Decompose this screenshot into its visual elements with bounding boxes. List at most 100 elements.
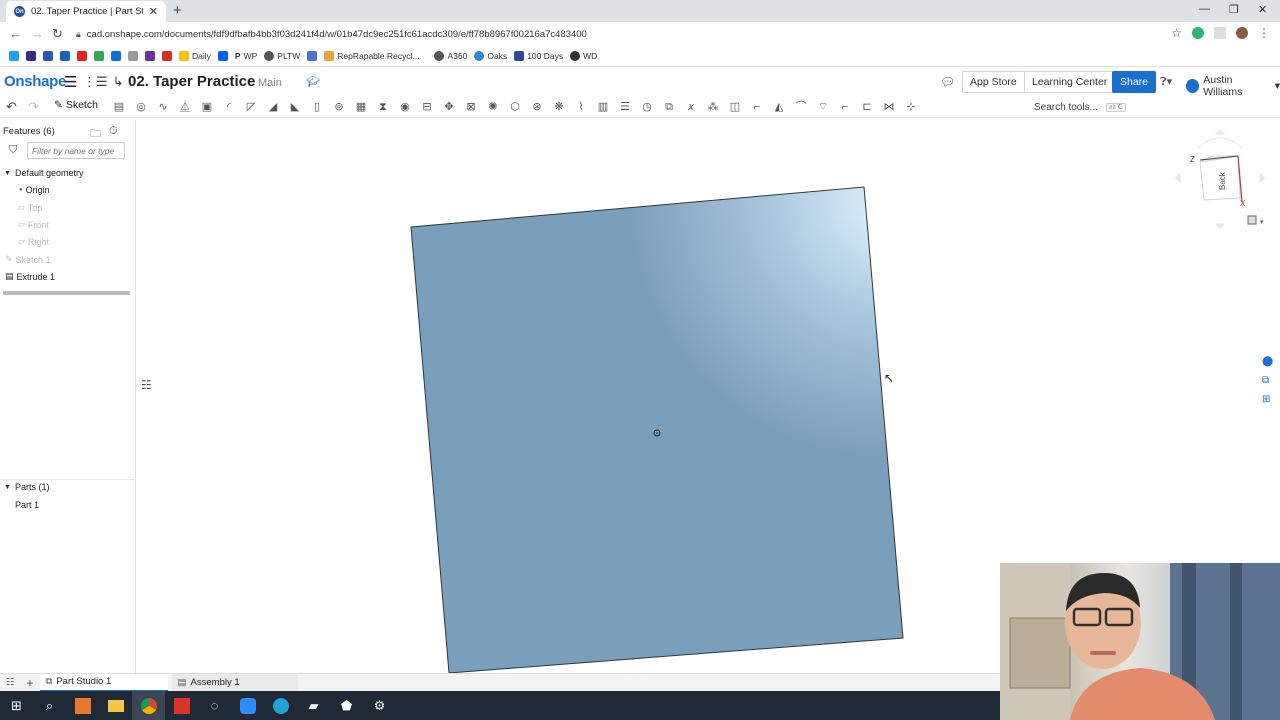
tree-sketch-1[interactable]: ✎ Sketch 1 bbox=[5, 254, 51, 265]
undo-icon[interactable]: ↶ bbox=[6, 99, 17, 115]
thicken-icon[interactable]: ▣ bbox=[200, 100, 214, 114]
add-element-icon[interactable]: + bbox=[21, 674, 40, 692]
graduation-cap-icon[interactable]: 🎓︎ bbox=[306, 75, 320, 88]
tab-assembly-1[interactable]: ▤ Assembly 1 bbox=[171, 673, 298, 692]
form-icon[interactable]: ⌔ bbox=[816, 100, 830, 114]
filter-icon[interactable]: ⛉ bbox=[9, 144, 17, 157]
feature-list-icon[interactable]: ⋮☰ bbox=[83, 74, 108, 90]
windows-start-icon[interactable]: ⊞ bbox=[0, 691, 33, 720]
tree-plane-front[interactable]: ▱ Front bbox=[18, 219, 49, 230]
tree-default-geometry[interactable]: ▼ Default geometry bbox=[4, 168, 84, 178]
user-menu[interactable]: Austin Williams ▾ bbox=[1186, 74, 1280, 98]
revolve-icon[interactable]: ◎ bbox=[134, 100, 148, 114]
app-store-button[interactable]: App Store bbox=[962, 71, 1025, 93]
insert-icon[interactable]: ↳ bbox=[113, 74, 124, 90]
bookmark-100-days[interactable]: 100 Days bbox=[514, 51, 563, 61]
mass-properties-icon[interactable]: ⊞ bbox=[1262, 394, 1273, 405]
bookmark-icon[interactable] bbox=[145, 51, 155, 61]
bend-icon[interactable]: ⌒ bbox=[794, 100, 808, 114]
configurations-icon[interactable]: ⁂ bbox=[706, 100, 720, 114]
flange-icon[interactable]: ⌐ bbox=[750, 100, 764, 114]
delete-part-icon[interactable]: ⊠ bbox=[464, 100, 478, 114]
helix-icon[interactable]: ❋ bbox=[552, 100, 566, 114]
comment-icon[interactable]: 💬︎ bbox=[940, 75, 955, 89]
document-title[interactable]: 02. Taper Practice bbox=[128, 73, 255, 90]
app-icon[interactable] bbox=[264, 691, 297, 720]
measure-icon[interactable]: ◷ bbox=[640, 100, 654, 114]
settings-icon[interactable]: ⚙ bbox=[363, 691, 396, 720]
new-tab-icon[interactable]: + bbox=[173, 2, 182, 19]
tree-plane-top[interactable]: ▱ Top bbox=[18, 202, 42, 213]
appearance-icon[interactable]: ⬤ bbox=[1262, 356, 1273, 367]
section-icon[interactable]: ▥ bbox=[596, 100, 610, 114]
twitter-bookmark-icon[interactable] bbox=[9, 51, 19, 61]
bookmark-icon[interactable] bbox=[26, 51, 36, 61]
bookmark-icon[interactable] bbox=[43, 51, 53, 61]
tree-plane-right[interactable]: ▱ Right bbox=[18, 236, 49, 247]
sheet-metal-icon[interactable]: ◫ bbox=[728, 100, 742, 114]
pattern-icon[interactable]: ▦ bbox=[354, 100, 368, 114]
rollback-bar[interactable] bbox=[3, 291, 130, 295]
element-list-icon[interactable]: ☷ bbox=[0, 674, 21, 692]
tab-close-icon[interactable]: ✕ bbox=[149, 5, 158, 18]
bookmark-wd[interactable]: WD bbox=[570, 51, 597, 61]
back-icon[interactable]: ← bbox=[9, 26, 22, 41]
extension-icon[interactable] bbox=[1214, 27, 1226, 39]
tree-origin[interactable]: ● Origin bbox=[19, 185, 50, 195]
transform-icon[interactable]: ✥ bbox=[442, 100, 456, 114]
view-mode-icon[interactable] bbox=[1247, 215, 1257, 225]
onshape-logo[interactable]: Onshape bbox=[4, 73, 66, 90]
search-icon[interactable]: ⌕ bbox=[33, 691, 66, 720]
youtube-bookmark-icon[interactable] bbox=[77, 51, 87, 61]
bookmark-daily[interactable]: Daily bbox=[179, 51, 211, 61]
frame-icon[interactable]: ⋈ bbox=[882, 100, 896, 114]
learning-center-button[interactable]: Learning Center bbox=[1024, 71, 1116, 93]
app-icon[interactable] bbox=[66, 691, 99, 720]
split-icon[interactable]: ⊟ bbox=[420, 100, 434, 114]
mate-connector-icon[interactable]: ⊛ bbox=[530, 100, 544, 114]
tree-part-1[interactable]: Part 1 bbox=[15, 500, 39, 510]
profile-avatar-icon[interactable] bbox=[1236, 27, 1248, 39]
joint-icon[interactable]: ⊏ bbox=[860, 100, 874, 114]
app-icon[interactable]: ⬟ bbox=[330, 691, 363, 720]
reload-icon[interactable]: ↻ bbox=[52, 26, 63, 42]
redo-icon[interactable]: ↷ bbox=[28, 99, 39, 115]
restore-icon[interactable]: ❐ bbox=[1229, 3, 1239, 16]
app-icon[interactable]: ◌ bbox=[198, 691, 231, 720]
tree-extrude-1[interactable]: ▤ Extrude 1 bbox=[5, 271, 55, 282]
url-field[interactable]: 🔒︎ cad.onshape.com/documents/fdf9dfbafb4… bbox=[76, 25, 1176, 43]
bookmark-pltw[interactable]: PLTW bbox=[264, 51, 300, 61]
bookmark-icon[interactable] bbox=[60, 51, 70, 61]
file-explorer-icon[interactable] bbox=[99, 691, 132, 720]
app-icon[interactable] bbox=[165, 691, 198, 720]
draft-icon[interactable]: ◢ bbox=[266, 100, 280, 114]
window-close-icon[interactable]: ✕ bbox=[1258, 3, 1267, 16]
forward-icon[interactable]: → bbox=[31, 26, 44, 41]
hamburger-menu-icon[interactable]: ☰ bbox=[64, 73, 77, 91]
parts-icon[interactable]: ⧉ bbox=[1262, 375, 1273, 386]
browser-tab[interactable]: On 02. Taper Practice | Part Studio 1 ✕ bbox=[6, 1, 166, 22]
mirror-icon[interactable]: ⧗ bbox=[376, 100, 390, 114]
help-icon[interactable]: ❓︎▾ bbox=[1160, 75, 1172, 89]
boolean-icon[interactable]: ◉ bbox=[398, 100, 412, 114]
tab-icon[interactable]: ◭ bbox=[772, 100, 786, 114]
modify-fillet-icon[interactable]: ✺ bbox=[486, 100, 500, 114]
list-icon[interactable]: ☰ bbox=[618, 100, 632, 114]
sketch-button[interactable]: ✎ Sketch bbox=[54, 99, 98, 111]
zoom-icon[interactable] bbox=[231, 691, 264, 720]
shell-icon[interactable]: ▯ bbox=[310, 100, 324, 114]
gmail-bookmark-icon[interactable] bbox=[162, 51, 172, 61]
loft-icon[interactable]: ⏅ bbox=[178, 100, 192, 114]
bookmark-icon[interactable] bbox=[128, 51, 138, 61]
bookmark-a360[interactable]: A360 bbox=[434, 51, 467, 61]
bookmark-reprapable[interactable]: RepRapable Recycl... bbox=[324, 51, 419, 61]
variable-icon[interactable]: 𝑥 bbox=[684, 100, 698, 114]
chrome-icon[interactable] bbox=[132, 691, 165, 720]
app-icon[interactable]: ▰ bbox=[297, 691, 330, 720]
tab-part-studio-1[interactable]: ⧉ Part Studio 1 bbox=[39, 673, 168, 692]
sweep-icon[interactable]: ∿ bbox=[156, 100, 170, 114]
corner-icon[interactable]: ⌐ bbox=[838, 100, 852, 114]
chamfer-icon[interactable]: ◸ bbox=[244, 100, 258, 114]
rib-icon[interactable]: ◣ bbox=[288, 100, 302, 114]
bookmark-icon[interactable] bbox=[111, 51, 121, 61]
